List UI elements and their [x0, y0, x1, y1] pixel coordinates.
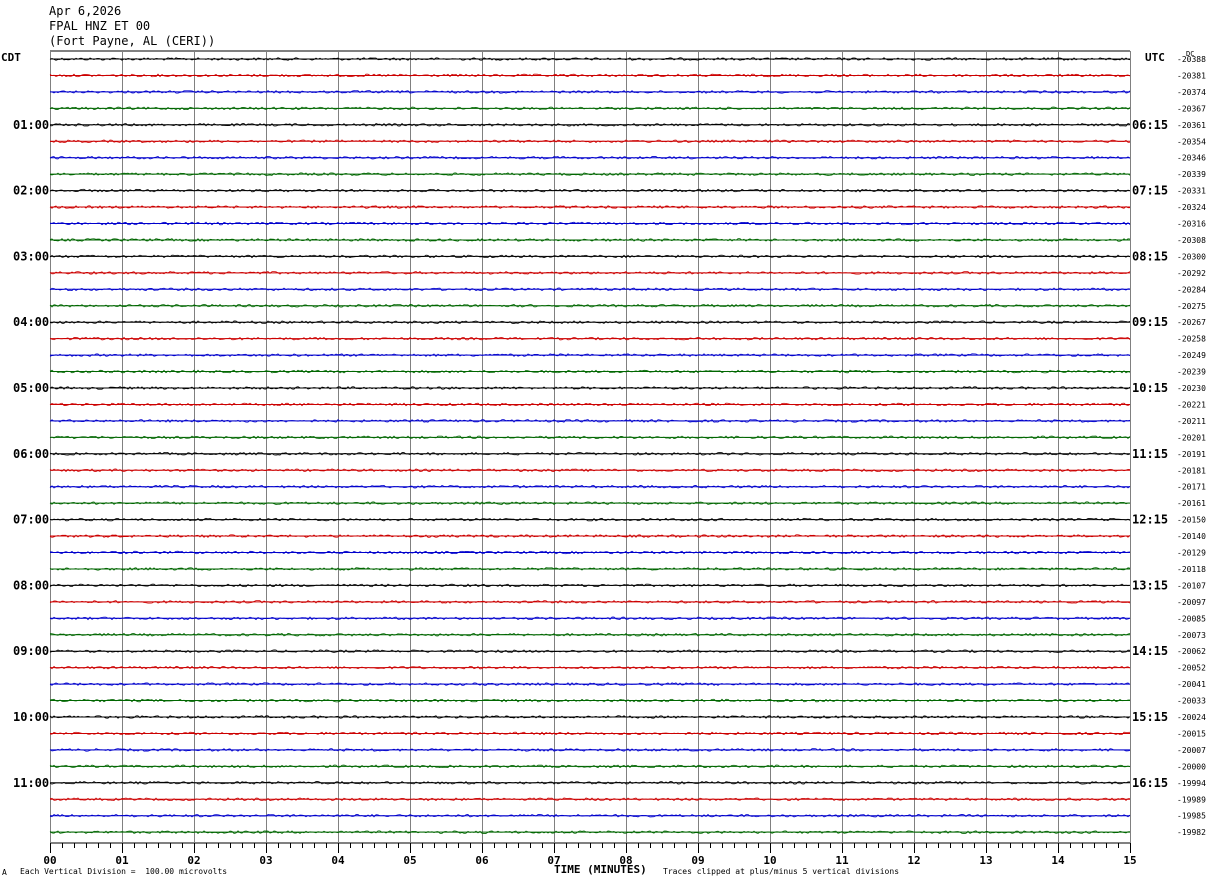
helicorder-plot: -20388-20381-20374-20367-20361-20354-203…: [1, 50, 1206, 867]
x-tick-label: 14: [1051, 854, 1065, 867]
right-hour-label: 12:15: [1132, 513, 1168, 527]
x-tick-label: 12: [907, 854, 920, 867]
dc-offset-label: -20374: [1177, 88, 1206, 97]
dc-offset-label: -20097: [1177, 598, 1206, 607]
x-tick-label: 00: [43, 854, 56, 867]
right-hour-label: 08:15: [1132, 249, 1168, 263]
x-tick-label: 09: [691, 854, 704, 867]
dc-header-label: DC: [1186, 50, 1194, 58]
dc-offset-label: -20140: [1177, 532, 1206, 541]
left-hour-label: 07:00: [13, 513, 49, 527]
x-tick-label: 11: [835, 854, 849, 867]
dc-offset-label: -20367: [1177, 104, 1206, 113]
right-hour-label: 06:15: [1132, 118, 1168, 132]
left-hour-label: 06:00: [13, 447, 49, 461]
dc-offset-label: -20361: [1177, 121, 1206, 130]
x-tick-label: 05: [403, 854, 416, 867]
left-hour-label: 02:00: [13, 184, 49, 198]
dc-offset-label: -20211: [1177, 417, 1206, 426]
dc-offset-label: -20052: [1177, 664, 1206, 673]
dc-offset-label: -20062: [1177, 647, 1206, 656]
dc-offset-label: -20073: [1177, 631, 1206, 640]
dc-offset-label: -20191: [1177, 450, 1206, 459]
dc-offset-label: -20324: [1177, 203, 1206, 212]
left-hour-label: 11:00: [13, 776, 49, 790]
right-hour-label: 07:15: [1132, 184, 1168, 198]
dc-offset-label: -20107: [1177, 581, 1206, 590]
right-hour-label: 14:15: [1132, 644, 1168, 658]
dc-offset-label: -19982: [1177, 828, 1206, 837]
left-hour-label: 08:00: [13, 578, 49, 592]
dc-offset-label: -20381: [1177, 71, 1206, 80]
left-timezone-label: CDT: [1, 51, 21, 64]
dc-offset-label: -20230: [1177, 384, 1206, 393]
dc-offset-label: -20284: [1177, 285, 1206, 294]
dc-offset-label: -20118: [1177, 565, 1206, 574]
dc-offset-label: -20258: [1177, 335, 1206, 344]
x-tick-label: 02: [187, 854, 200, 867]
left-hour-label: 09:00: [13, 644, 49, 658]
dc-offset-label: -20331: [1177, 187, 1206, 196]
dc-offset-label: -20354: [1177, 137, 1206, 146]
x-tick-label: 01: [115, 854, 129, 867]
dc-offset-label: -20221: [1177, 400, 1206, 409]
dc-offset-label: -20346: [1177, 154, 1206, 163]
dc-offset-label: -20292: [1177, 269, 1206, 278]
footer-clip-note: Traces clipped at plus/minus 5 vertical …: [663, 867, 900, 876]
dc-offset-label: -20275: [1177, 302, 1206, 311]
x-tick-label: 15: [1123, 854, 1136, 867]
left-hour-label: 01:00: [13, 118, 49, 132]
dc-offset-label: -19989: [1177, 795, 1206, 804]
trace-waveform: [49, 73, 1131, 78]
dc-offset-label: -20316: [1177, 220, 1206, 229]
dc-offset-label: -20129: [1177, 549, 1206, 558]
left-hour-label: 03:00: [13, 249, 49, 263]
right-hour-label: 09:15: [1132, 315, 1168, 329]
right-hour-label: 13:15: [1132, 578, 1168, 592]
dc-offset-label: -20007: [1177, 746, 1206, 755]
x-tick-label: 06: [475, 854, 489, 867]
right-hour-label: 10:15: [1132, 381, 1168, 395]
left-hour-label: 10:00: [13, 710, 49, 724]
dc-offset-label: -20181: [1177, 466, 1206, 475]
left-hour-label: 05:00: [13, 381, 49, 395]
dc-offset-label: -20267: [1177, 318, 1206, 327]
dc-offset-label: -20033: [1177, 697, 1206, 706]
right-hour-label: 11:15: [1132, 447, 1168, 461]
dc-offset-label: -20085: [1177, 614, 1206, 623]
dc-offset-label: -20249: [1177, 351, 1206, 360]
x-tick-label: 10: [763, 854, 776, 867]
dc-offset-label: -20201: [1177, 433, 1206, 442]
dc-offset-label: -20239: [1177, 368, 1206, 377]
right-hour-label: 15:15: [1132, 710, 1168, 724]
dc-offset-label: -20015: [1177, 729, 1206, 738]
x-tick-label: 04: [331, 854, 345, 867]
dc-offset-label: -20300: [1177, 252, 1206, 261]
x-tick-label: 03: [259, 854, 272, 867]
dc-offset-label: -20171: [1177, 483, 1206, 492]
dc-offset-label: -20000: [1177, 762, 1206, 771]
right-hour-label: 16:15: [1132, 776, 1168, 790]
x-tick-label: 13: [979, 854, 992, 867]
dc-offset-label: -20041: [1177, 680, 1206, 689]
dc-offset-label: -20339: [1177, 170, 1206, 179]
right-timezone-label: UTC: [1145, 51, 1165, 64]
dc-offset-label: -19994: [1177, 779, 1206, 788]
dc-offset-label: -20161: [1177, 499, 1206, 508]
footer-scale-note: Each Vertical Division = 100.00 microvol…: [20, 867, 228, 876]
trace-waveform: [49, 534, 1131, 538]
dc-offset-label: -19985: [1177, 812, 1206, 821]
left-hour-label: 04:00: [13, 315, 49, 329]
dc-offset-label: -20024: [1177, 713, 1206, 722]
corner-mark: A: [2, 868, 7, 877]
dc-offset-label: -20308: [1177, 236, 1206, 245]
x-axis-label: TIME (MINUTES): [554, 863, 647, 876]
dc-offset-label: -20150: [1177, 516, 1206, 525]
